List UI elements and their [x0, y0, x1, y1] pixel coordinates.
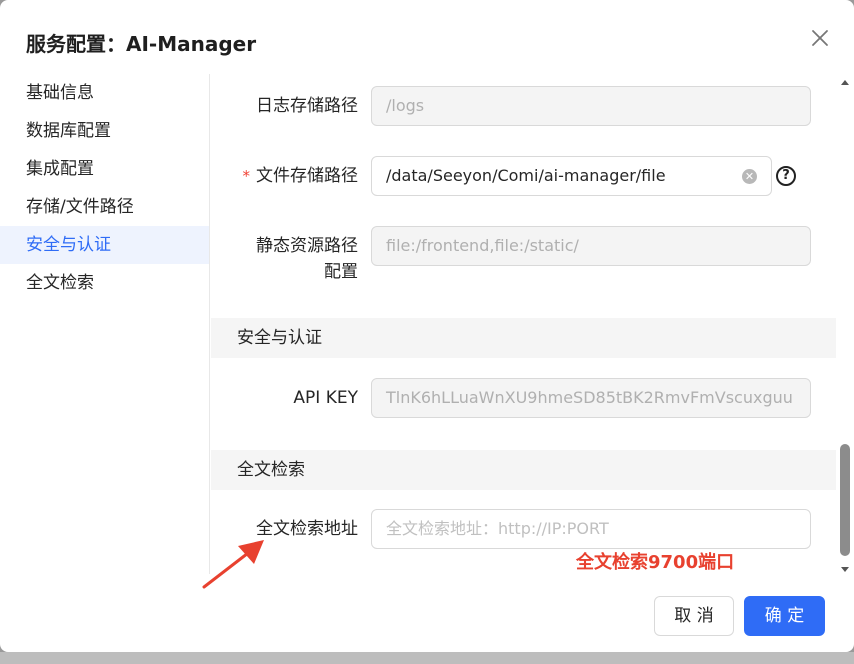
- form-content: 日志存储路径 /logs * 文件存储路径 /data/Seeyon/Comi/a…: [211, 74, 836, 578]
- clear-circle-icon[interactable]: ✕: [742, 169, 757, 184]
- api-key-label: API KEY: [293, 388, 358, 408]
- security-section-header: 安全与认证: [211, 318, 836, 358]
- dialog-title: 服务配置：AI-Manager: [26, 32, 257, 56]
- search-section-header: 全文检索: [211, 450, 836, 490]
- sidebar-item-integration[interactable]: 集成配置: [0, 150, 209, 188]
- sidebar-item-storage-path[interactable]: 存储/文件路径: [0, 188, 209, 226]
- file-path-input[interactable]: /data/Seeyon/Comi/ai-manager/file ✕: [371, 156, 772, 196]
- confirm-button[interactable]: 确 定: [744, 596, 825, 636]
- scroll-up-arrow-icon[interactable]: [841, 80, 849, 85]
- static-path-label: 静态资源路径 配置: [218, 233, 358, 285]
- sidebar-item-basic-info[interactable]: 基础信息: [0, 74, 209, 112]
- static-path-label-line1: 静态资源路径: [256, 236, 358, 256]
- sidebar-nav: 基础信息 数据库配置 集成配置 存储/文件路径 安全与认证 全文检索: [0, 74, 210, 574]
- api-key-input[interactable]: TlnK6hLLuaWnXU9hmeSD85tBK2RmvFmVscuxguu: [371, 378, 811, 418]
- annotation-arrow-icon: [202, 540, 264, 589]
- sidebar-item-security[interactable]: 安全与认证: [0, 226, 209, 264]
- question-circle-icon[interactable]: ?: [776, 166, 796, 186]
- scrollbar-thumb[interactable]: [840, 444, 850, 556]
- annotation-note: 全文检索9700端口: [576, 552, 735, 573]
- log-path-input[interactable]: /logs: [371, 86, 811, 126]
- cancel-button[interactable]: 取 消: [654, 596, 734, 636]
- file-path-label-text: 文件存储路径: [256, 166, 358, 186]
- background-table-row: [0, 652, 854, 664]
- static-path-label-line2: 配置: [324, 262, 358, 282]
- log-path-label: 日志存储路径: [256, 96, 358, 116]
- sidebar-item-database[interactable]: 数据库配置: [0, 112, 209, 150]
- service-config-dialog: 服务配置：AI-Manager 基础信息 数据库配置 集成配置 存储/文件路径 …: [0, 0, 854, 652]
- scroll-down-arrow-icon[interactable]: [841, 567, 849, 572]
- file-path-label: * 文件存储路径: [218, 163, 359, 189]
- file-path-value: /data/Seeyon/Comi/ai-manager/file: [386, 166, 666, 185]
- static-path-input[interactable]: file:/frontend,file:/static/: [371, 226, 811, 266]
- search-address-input[interactable]: 全文检索地址：http://IP:PORT: [371, 509, 811, 549]
- close-icon[interactable]: [806, 24, 834, 52]
- required-mark: *: [242, 167, 251, 185]
- content-scrollbar[interactable]: [836, 74, 854, 578]
- sidebar-item-fulltext-search[interactable]: 全文检索: [0, 264, 209, 302]
